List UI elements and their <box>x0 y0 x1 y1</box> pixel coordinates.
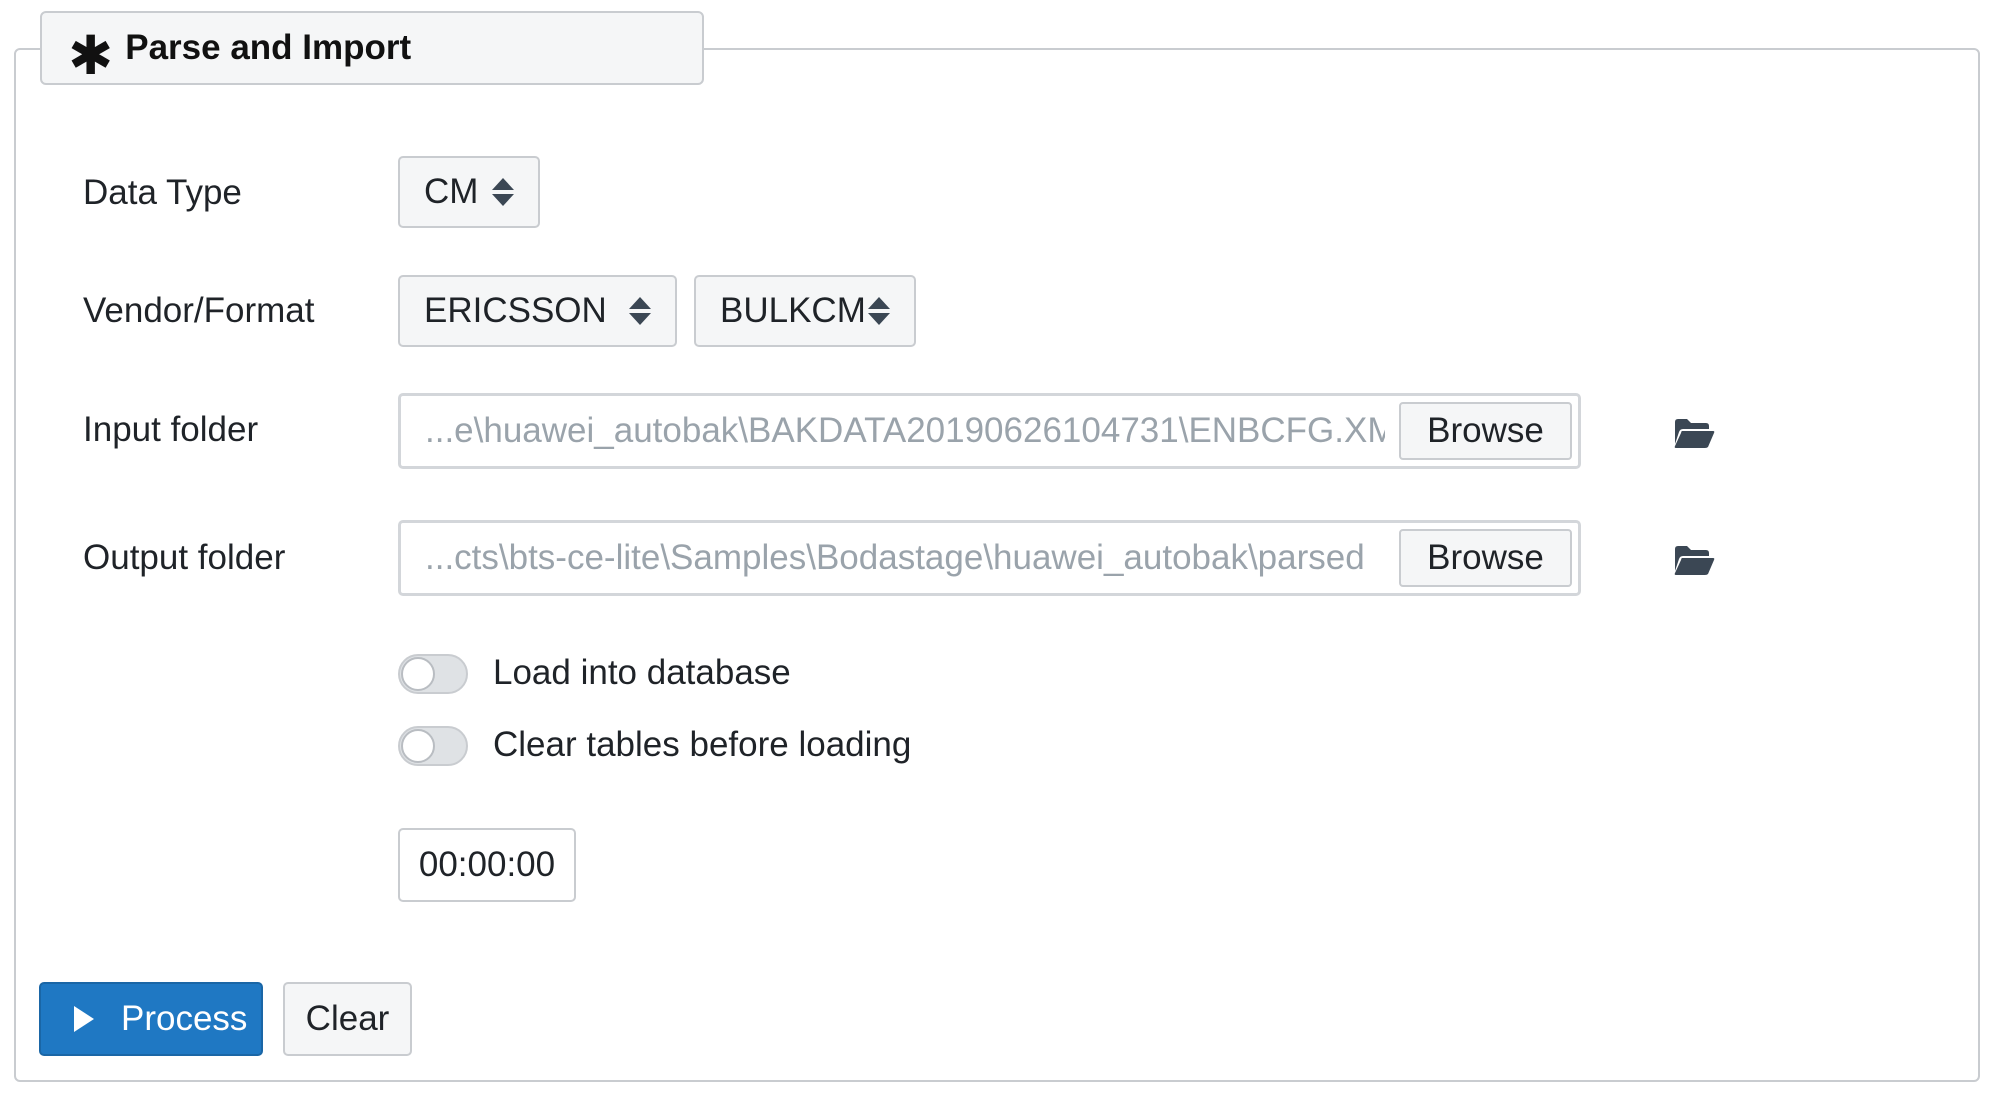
select-caret-icon <box>629 297 651 325</box>
toggle-knob <box>401 657 435 691</box>
output-folder-field: ...cts\bts-ce-lite\Samples\Bodastage\hua… <box>398 520 1581 596</box>
process-button-label: Process <box>121 999 248 1038</box>
clear-button[interactable]: Clear <box>283 982 412 1056</box>
input-folder-label: Input folder <box>83 410 259 449</box>
play-icon <box>74 1006 94 1032</box>
panel-title: Parse and Import <box>125 28 412 67</box>
load-into-database-label: Load into database <box>493 653 791 692</box>
input-browse-button[interactable]: Browse <box>1399 402 1572 460</box>
folder-open-icon[interactable] <box>1673 416 1715 450</box>
folder-open-icon[interactable] <box>1673 543 1715 577</box>
output-folder-path[interactable]: ...cts\bts-ce-lite\Samples\Bodastage\hua… <box>425 523 1385 593</box>
panel-header: ✱ Parse and Import <box>40 11 704 85</box>
select-caret-icon <box>492 178 514 206</box>
data-type-label: Data Type <box>83 173 242 212</box>
asterisk-icon: ✱ <box>68 26 114 86</box>
elapsed-time-display: 00:00:00 <box>398 828 576 902</box>
output-folder-label: Output folder <box>83 538 286 577</box>
output-browse-button[interactable]: Browse <box>1399 529 1572 587</box>
select-caret-icon <box>868 297 890 325</box>
data-type-value: CM <box>424 172 479 211</box>
format-value: BULKCM <box>720 291 866 330</box>
vendor-format-label: Vendor/Format <box>83 291 315 330</box>
toggle-knob <box>401 729 435 763</box>
data-type-select[interactable]: CM <box>398 156 540 228</box>
clear-tables-toggle[interactable] <box>398 726 468 766</box>
input-folder-path[interactable]: ...e\huawei_autobak\BAKDATA2019062610473… <box>425 396 1385 466</box>
vendor-value: ERICSSON <box>424 291 607 330</box>
vendor-select[interactable]: ERICSSON <box>398 275 677 347</box>
format-select[interactable]: BULKCM <box>694 275 916 347</box>
input-folder-field: ...e\huawei_autobak\BAKDATA2019062610473… <box>398 393 1581 469</box>
process-button[interactable]: Process <box>39 982 263 1056</box>
load-into-database-toggle[interactable] <box>398 654 468 694</box>
clear-tables-label: Clear tables before loading <box>493 725 912 764</box>
